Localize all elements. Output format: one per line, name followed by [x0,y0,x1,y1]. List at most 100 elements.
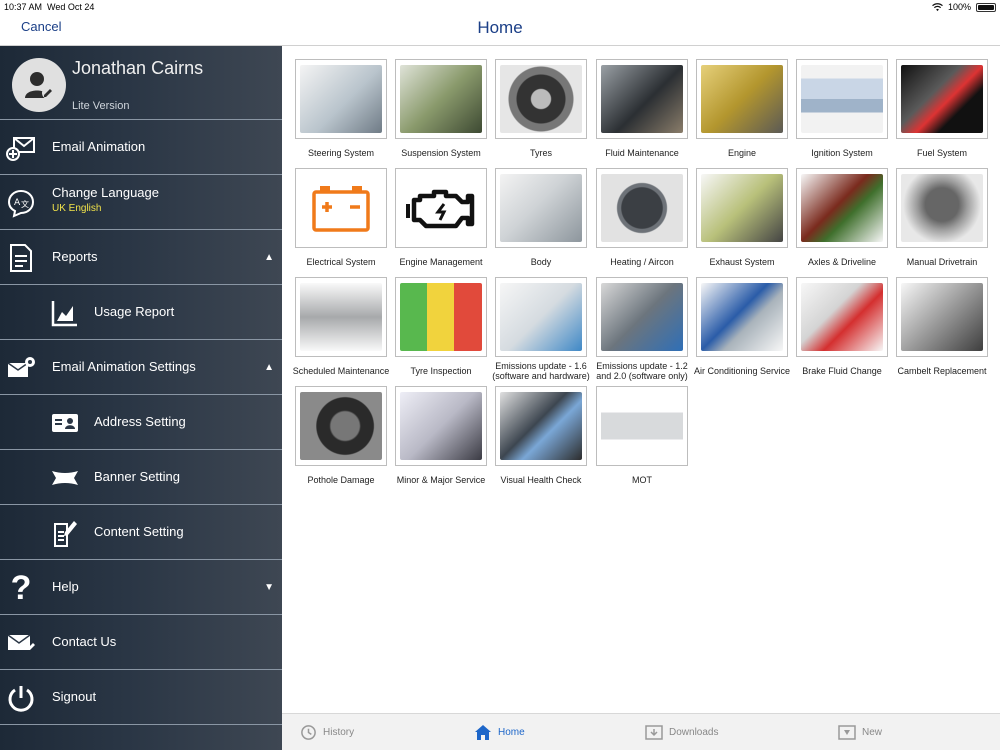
module-thumbnail[interactable] [596,386,688,466]
module-tile[interactable]: Manual Drivetrain [896,168,988,267]
module-thumbnail[interactable] [295,277,387,357]
menu-item-change-language[interactable]: A文 Change Language UK English [0,175,282,230]
menu-item-banner-setting[interactable]: Banner Setting [0,450,282,505]
module-label: Electrical System [306,257,376,267]
module-label: Heating / Aircon [610,257,674,267]
module-thumbnail[interactable] [796,59,888,139]
menu-item-contact-us[interactable]: Contact Us [0,615,282,670]
chevron-up-icon: ▲ [264,252,274,263]
module-thumbnail[interactable] [295,168,387,248]
page-title: Home [477,18,523,37]
module-thumbnail[interactable] [295,386,387,466]
module-tile[interactable]: Tyre Inspection [395,277,487,376]
emissions-kit-image [500,283,582,351]
spark-plug-image [801,65,883,133]
module-thumbnail[interactable] [596,277,688,357]
menu-item-usage-report[interactable]: Usage Report [0,285,282,340]
module-label: Pothole Damage [307,475,375,485]
module-thumbnail[interactable] [495,386,587,466]
reports-icon [6,243,36,273]
module-tile[interactable]: Emissions update - 1.2 and 2.0 (software… [596,277,688,381]
menu-item-signout[interactable]: Signout [0,670,282,725]
module-thumbnail[interactable] [796,168,888,248]
tab-history[interactable]: History [300,722,354,742]
tyre-inspection-image [400,283,482,351]
module-tile[interactable]: Body [495,168,587,267]
module-thumbnail[interactable] [896,277,988,357]
module-thumbnail[interactable] [295,59,387,139]
status-date: Wed Oct 24 [47,2,95,12]
module-thumbnail[interactable] [495,168,587,248]
tab-new[interactable]: New [838,722,882,742]
module-thumbnail[interactable] [596,59,688,139]
module-thumbnail[interactable] [696,59,788,139]
module-tile[interactable]: Brake Fluid Change [796,277,888,376]
module-thumbnail[interactable] [495,277,587,357]
module-label: Suspension System [401,148,481,158]
module-thumbnail[interactable] [495,59,587,139]
module-tile[interactable]: Electrical System [295,168,387,267]
status-bar: 10:37 AM Wed Oct 24 100% [0,0,1000,14]
climate-knob-image [601,174,683,242]
module-tile[interactable]: Cambelt Replacement [896,277,988,376]
module-label: Cambelt Replacement [897,366,987,376]
menu-label-usage-report: Usage Report [94,304,175,319]
module-thumbnail[interactable] [896,168,988,248]
module-tile[interactable]: Engine [696,59,788,158]
module-tile[interactable]: Fluid Maintenance [596,59,688,158]
module-tile[interactable]: Tyres [495,59,587,158]
module-thumbnail[interactable] [696,277,788,357]
menu-label-help: Help [52,579,79,594]
module-tile[interactable]: Engine Management [395,168,487,267]
user-header: Jonathan Cairns Lite Version [0,46,282,120]
module-label: Tyre Inspection [410,366,472,376]
cancel-button[interactable]: Cancel [21,19,61,34]
module-tile[interactable]: Pothole Damage [295,386,387,485]
module-tile[interactable]: Steering System [295,59,387,158]
module-tile[interactable]: Ignition System [796,59,888,158]
module-tile[interactable]: Axles & Driveline [796,168,888,267]
module-thumbnail[interactable] [395,277,487,357]
mot-car-image [601,392,683,460]
address-card-icon [50,408,80,438]
menu-item-email-animation[interactable]: Email Animation [0,120,282,175]
module-tile[interactable]: Suspension System [395,59,487,158]
power-icon [6,683,36,713]
downloads-icon [645,725,663,740]
module-label: Emissions update - 1.2 and 2.0 (software… [596,361,688,381]
module-label: Body [530,257,552,267]
module-thumbnail[interactable] [395,59,487,139]
menu-item-reports[interactable]: Reports ▲ [0,230,282,285]
module-tile[interactable]: Air Conditioning Service [694,277,790,376]
module-tile[interactable]: Emissions update - 1.6 (software and har… [492,277,590,381]
module-label: Ignition System [811,148,873,158]
module-tile[interactable]: Scheduled Maintenance [293,277,389,376]
module-tile[interactable]: Exhaust System [696,168,788,267]
module-thumbnail[interactable] [395,168,487,248]
module-thumbnail[interactable] [395,386,487,466]
module-thumbnail[interactable] [796,277,888,357]
module-tile[interactable]: Fuel System [896,59,988,158]
tab-bar: History Home Downloads New [282,713,1000,750]
usage-report-icon [50,298,80,328]
module-label: Brake Fluid Change [802,366,882,376]
module-thumbnail[interactable] [696,168,788,248]
user-avatar-icon [25,72,54,99]
car-body-image [500,174,582,242]
menu-item-content-setting[interactable]: Content Setting [0,505,282,560]
menu-item-email-animation-settings[interactable]: Email Animation Settings ▲ [0,340,282,395]
module-tile[interactable]: Minor & Major Service [395,386,487,485]
avatar[interactable] [12,58,66,112]
menu-item-help[interactable]: ? Help ▼ [0,560,282,615]
module-tile[interactable]: MOT [596,386,688,485]
module-thumbnail[interactable] [596,168,688,248]
module-thumbnail[interactable] [896,59,988,139]
battery-icon [976,2,996,12]
tab-home[interactable]: Home [474,722,525,742]
chevron-up-icon: ▲ [264,362,274,373]
wifi-icon [932,2,943,11]
menu-item-address-setting[interactable]: Address Setting [0,395,282,450]
module-tile[interactable]: Visual Health Check [495,386,587,485]
module-tile[interactable]: Heating / Aircon [596,168,688,267]
tab-downloads[interactable]: Downloads [645,722,718,742]
